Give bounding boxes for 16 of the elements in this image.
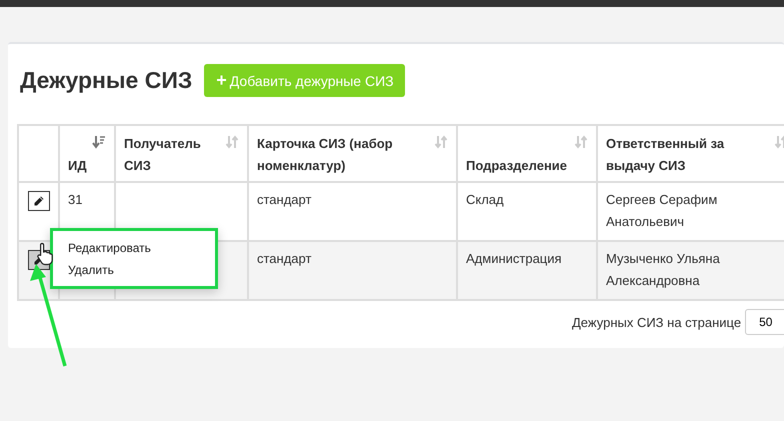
page-size-field[interactable]: 50 (745, 309, 784, 335)
table-cell: стандарт (257, 251, 312, 266)
table-cell: 31 (68, 192, 82, 207)
sort-icon[interactable] (92, 135, 106, 149)
menu-item[interactable]: Удалить (68, 263, 114, 277)
table-cell: стандарт (257, 192, 312, 207)
menu-item[interactable]: Редактировать (68, 241, 151, 255)
edit-button[interactable] (28, 191, 50, 211)
table-cell: Сергеев Серафим Анатольевич (606, 192, 718, 229)
column-header[interactable]: ИД (68, 155, 87, 177)
table-cell: Музыченко Ульяна Александровна (606, 251, 720, 288)
pencil-icon (33, 195, 45, 207)
page-title: Дежурные СИЗ (20, 67, 192, 94)
table-cell: Склад (466, 192, 504, 207)
table-cell: Администрация (466, 251, 562, 266)
page-size-label: Дежурных СИЗ на странице (572, 314, 742, 330)
